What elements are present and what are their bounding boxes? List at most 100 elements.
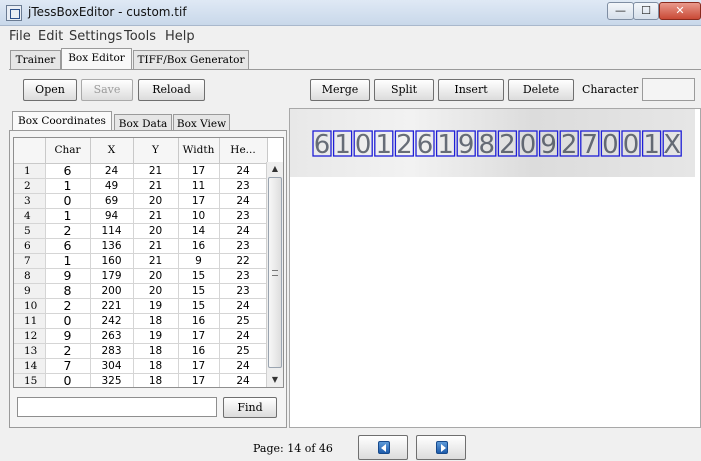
cell-height[interactable]: 23 xyxy=(219,178,268,194)
cell-height[interactable]: 23 xyxy=(219,208,268,224)
cell-width[interactable]: 15 xyxy=(178,298,220,314)
table-row[interactable]: 11 0 242 18 16 25 xyxy=(14,313,268,329)
row-number[interactable]: 1 xyxy=(14,163,46,179)
table-row[interactable]: 7 1 160 21 9 22 xyxy=(14,253,268,269)
split-button[interactable]: Split xyxy=(374,79,434,101)
menu-file[interactable]: File xyxy=(9,29,31,44)
cell-x[interactable]: 94 xyxy=(90,208,134,224)
cell-x[interactable]: 24 xyxy=(90,163,134,179)
cell-width[interactable]: 15 xyxy=(178,283,220,299)
cell-x[interactable]: 304 xyxy=(90,358,134,374)
cell-x[interactable]: 160 xyxy=(90,253,134,269)
tab-box-coordinates[interactable]: Box Coordinates xyxy=(12,111,112,131)
cell-char[interactable]: 9 xyxy=(45,328,91,344)
row-number[interactable]: 8 xyxy=(14,268,46,284)
cell-char[interactable]: 1 xyxy=(45,208,91,224)
cell-y[interactable]: 18 xyxy=(133,358,179,374)
row-number[interactable]: 10 xyxy=(14,298,46,314)
reload-button[interactable]: Reload xyxy=(138,79,205,101)
table-row[interactable]: 4 1 94 21 10 23 xyxy=(14,208,268,224)
cell-y[interactable]: 19 xyxy=(133,298,179,314)
cell-height[interactable]: 24 xyxy=(219,298,268,314)
menu-settings[interactable]: Settings xyxy=(69,29,122,44)
cell-char[interactable]: 2 xyxy=(45,223,91,239)
tab-box-editor[interactable]: Box Editor xyxy=(61,48,132,70)
scroll-thumb[interactable] xyxy=(268,177,282,368)
cell-char[interactable]: 8 xyxy=(45,283,91,299)
previous-page-button[interactable] xyxy=(358,435,408,460)
column-header-y[interactable]: Y xyxy=(133,138,179,164)
table-row[interactable]: 3 0 69 20 17 24 xyxy=(14,193,268,209)
cell-y[interactable]: 20 xyxy=(133,223,179,239)
cell-height[interactable]: 25 xyxy=(219,313,268,329)
table-row[interactable]: 13 2 283 18 16 25 xyxy=(14,343,268,359)
cell-width[interactable]: 17 xyxy=(178,358,220,374)
scroll-up-arrow-icon[interactable]: ▲ xyxy=(267,162,283,176)
cell-height[interactable]: 24 xyxy=(219,193,268,209)
cell-char[interactable]: 6 xyxy=(45,163,91,179)
cell-x[interactable]: 114 xyxy=(90,223,134,239)
cell-width[interactable]: 11 xyxy=(178,178,220,194)
cell-width[interactable]: 17 xyxy=(178,328,220,344)
row-number[interactable]: 9 xyxy=(14,283,46,299)
row-number[interactable]: 12 xyxy=(14,328,46,344)
cell-width[interactable]: 16 xyxy=(178,343,220,359)
cell-char[interactable]: 6 xyxy=(45,238,91,254)
close-button[interactable]: ✕ xyxy=(659,2,701,20)
cell-height[interactable]: 23 xyxy=(219,268,268,284)
minimize-button[interactable]: — xyxy=(607,2,634,20)
column-header-width[interactable]: Width xyxy=(178,138,220,164)
table-row[interactable]: 1 6 24 21 17 24 xyxy=(14,163,268,179)
cell-x[interactable]: 49 xyxy=(90,178,134,194)
row-number[interactable]: 15 xyxy=(14,373,46,387)
cell-height[interactable]: 24 xyxy=(219,223,268,239)
row-number[interactable]: 6 xyxy=(14,238,46,254)
cell-char[interactable]: 2 xyxy=(45,298,91,314)
row-number[interactable]: 3 xyxy=(14,193,46,209)
cell-x[interactable]: 69 xyxy=(90,193,134,209)
table-row[interactable]: 2 1 49 21 11 23 xyxy=(14,178,268,194)
scroll-down-arrow-icon[interactable]: ▼ xyxy=(267,373,283,387)
maximize-button[interactable]: ☐ xyxy=(633,2,659,20)
row-number[interactable]: 2 xyxy=(14,178,46,194)
cell-y[interactable]: 20 xyxy=(133,283,179,299)
insert-button[interactable]: Insert xyxy=(438,79,504,101)
save-button[interactable]: Save xyxy=(81,79,133,101)
table-row[interactable]: 10 2 221 19 15 24 xyxy=(14,298,268,314)
cell-width[interactable]: 10 xyxy=(178,208,220,224)
cell-y[interactable]: 20 xyxy=(133,268,179,284)
next-page-button[interactable] xyxy=(416,435,466,460)
cell-height[interactable]: 23 xyxy=(219,238,268,254)
cell-width[interactable]: 15 xyxy=(178,268,220,284)
cell-width[interactable]: 17 xyxy=(178,373,220,387)
cell-char[interactable]: 0 xyxy=(45,313,91,329)
cell-x[interactable]: 221 xyxy=(90,298,134,314)
cell-y[interactable]: 21 xyxy=(133,238,179,254)
column-header-height[interactable]: He... xyxy=(219,138,268,164)
menu-help[interactable]: Help xyxy=(165,29,195,44)
cell-y[interactable]: 21 xyxy=(133,208,179,224)
find-button[interactable]: Find xyxy=(223,397,277,418)
row-number[interactable]: 14 xyxy=(14,358,46,374)
cell-height[interactable]: 24 xyxy=(219,328,268,344)
cell-x[interactable]: 200 xyxy=(90,283,134,299)
cell-x[interactable]: 263 xyxy=(90,328,134,344)
table-row[interactable]: 12 9 263 19 17 24 xyxy=(14,328,268,344)
cell-x[interactable]: 136 xyxy=(90,238,134,254)
cell-char[interactable]: 0 xyxy=(45,373,91,387)
tab-trainer[interactable]: Trainer xyxy=(10,50,61,70)
cell-height[interactable]: 24 xyxy=(219,358,268,374)
character-field[interactable] xyxy=(642,78,695,101)
cell-y[interactable]: 21 xyxy=(133,253,179,269)
cell-width[interactable]: 16 xyxy=(178,238,220,254)
cell-char[interactable]: 7 xyxy=(45,358,91,374)
tab-tiff-box-generator[interactable]: TIFF/Box Generator xyxy=(133,50,249,70)
cell-width[interactable]: 17 xyxy=(178,193,220,209)
column-header-char[interactable]: Char xyxy=(45,138,91,164)
table-row[interactable]: 6 6 136 21 16 23 xyxy=(14,238,268,254)
cell-char[interactable]: 0 xyxy=(45,193,91,209)
cell-height[interactable]: 22 xyxy=(219,253,268,269)
cell-width[interactable]: 16 xyxy=(178,313,220,329)
row-number[interactable]: 11 xyxy=(14,313,46,329)
cell-height[interactable]: 23 xyxy=(219,283,268,299)
